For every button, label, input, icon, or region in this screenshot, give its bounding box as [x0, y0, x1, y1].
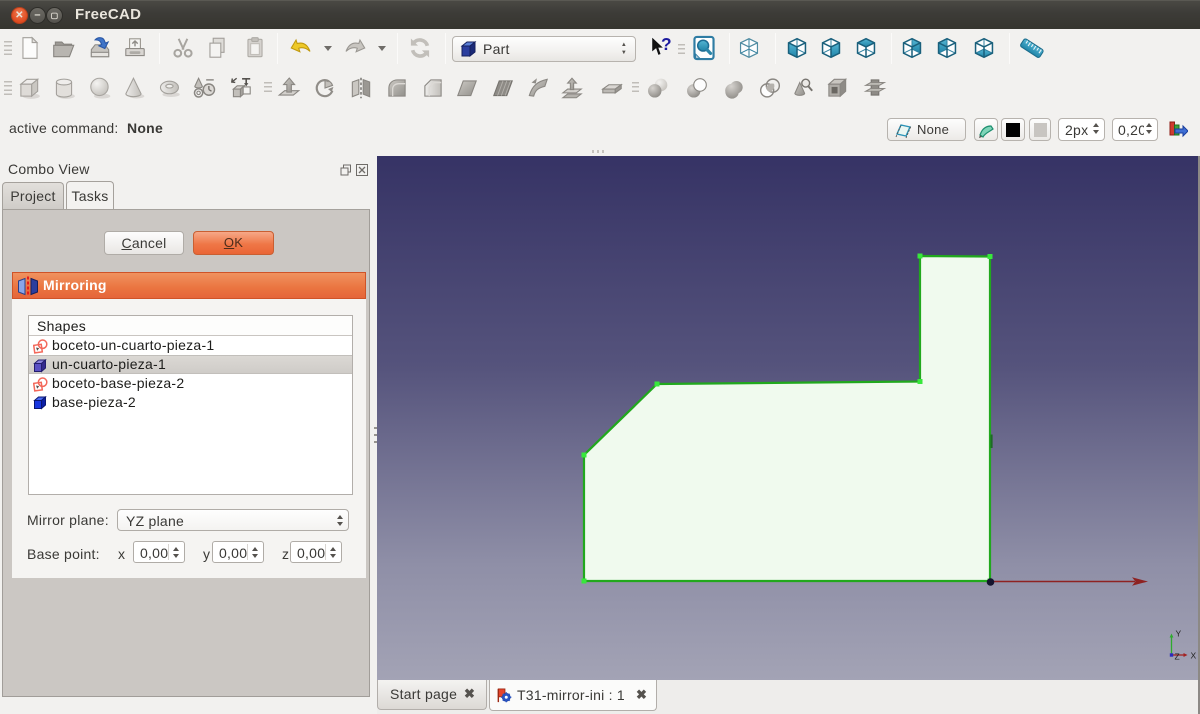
svg-text:X: X	[1191, 651, 1197, 661]
svg-text:?: ?	[661, 35, 672, 54]
svg-text:Y: Y	[1176, 629, 1182, 639]
svg-text:Z: Z	[1175, 652, 1180, 662]
